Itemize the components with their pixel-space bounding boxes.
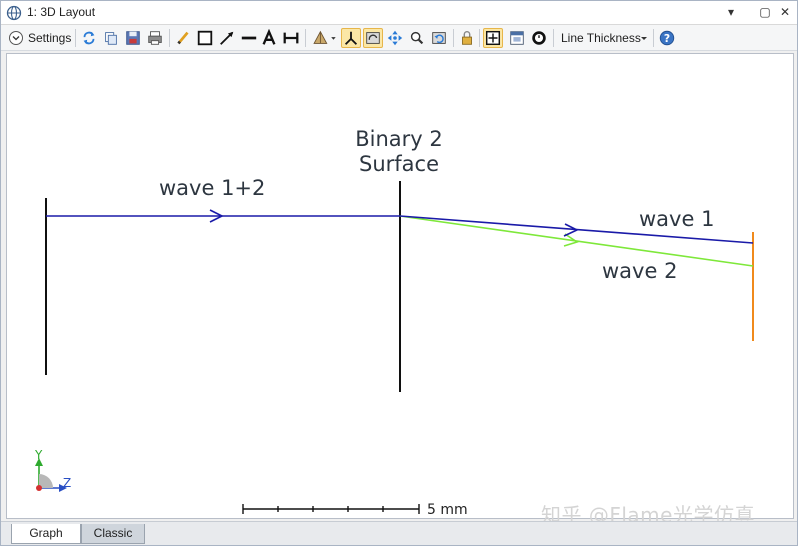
wave-combined-label: wave 1+2 [159,176,265,200]
text-icon[interactable] [259,28,279,48]
surface-label-line2: Surface [359,152,439,176]
viewport-icon[interactable] [363,28,383,48]
minimize-button[interactable]: ▾ [723,4,739,20]
dimension-icon[interactable] [281,28,301,48]
lock-icon[interactable] [457,28,477,48]
wave2-label: wave 2 [602,259,677,283]
chevron-down-icon[interactable] [640,28,648,48]
toolbar: Settings Line Thickness ? [1,25,797,51]
close-button[interactable]: ✕ [777,4,793,20]
print-icon[interactable] [145,28,165,48]
reset-icon[interactable] [429,28,449,48]
scale-bar [242,504,420,514]
arrow-icon[interactable] [217,28,237,48]
refresh-icon[interactable] [79,28,99,48]
line-icon[interactable] [239,28,259,48]
scale-bar-label: 5 mm [427,502,468,518]
copy-icon[interactable] [101,28,121,48]
tab-bar: Graph Classic [1,521,797,545]
z-axis-label: Z [63,476,71,490]
restore-button[interactable]: ▢ [757,4,773,20]
svg-text:?: ? [664,32,670,45]
toolbar-separator [479,29,480,47]
toolbar-separator [453,29,454,47]
layout-drawing: Binary 2 Surface wave 1+2 wave 1 wave 2 … [34,127,754,518]
title-bar: 1: 3D Layout ▾ ▢ ✕ [1,1,797,25]
settings-chevron-icon[interactable] [8,28,24,48]
fit-icon[interactable] [483,28,503,48]
pan-icon[interactable] [385,28,405,48]
toolbar-separator [553,29,554,47]
pencil-icon[interactable] [173,28,193,48]
wave1-label: wave 1 [639,207,714,231]
layout-window: 1: 3D Layout ▾ ▢ ✕ Settings Line Thickne… [0,0,798,546]
toolbar-separator [75,29,76,47]
line-thickness-dropdown[interactable]: Line Thickness [561,31,641,45]
tab-graph[interactable]: Graph [11,524,81,544]
toolbar-separator [305,29,306,47]
tab-classic[interactable]: Classic [81,524,145,544]
app-lens-icon [6,5,22,21]
rectangle-icon[interactable] [195,28,215,48]
rotate-view-icon[interactable] [309,28,339,48]
surface-label-line1: Binary 2 [355,127,443,151]
help-icon[interactable]: ? [657,28,677,48]
axis-origin [36,485,42,491]
toolbar-separator [653,29,654,47]
axes-icon[interactable] [341,28,361,48]
clock-icon[interactable] [529,28,549,48]
settings-button[interactable]: Settings [28,31,71,45]
layout-canvas[interactable]: Binary 2 Surface wave 1+2 wave 1 wave 2 … [6,53,794,519]
window-title: 1: 3D Layout [27,5,96,19]
y-axis-label: Y [34,448,43,462]
window-icon[interactable] [507,28,527,48]
toolbar-separator [169,29,170,47]
save-icon[interactable] [123,28,143,48]
zoom-icon[interactable] [407,28,427,48]
axis-triad: Y Z [34,448,71,492]
